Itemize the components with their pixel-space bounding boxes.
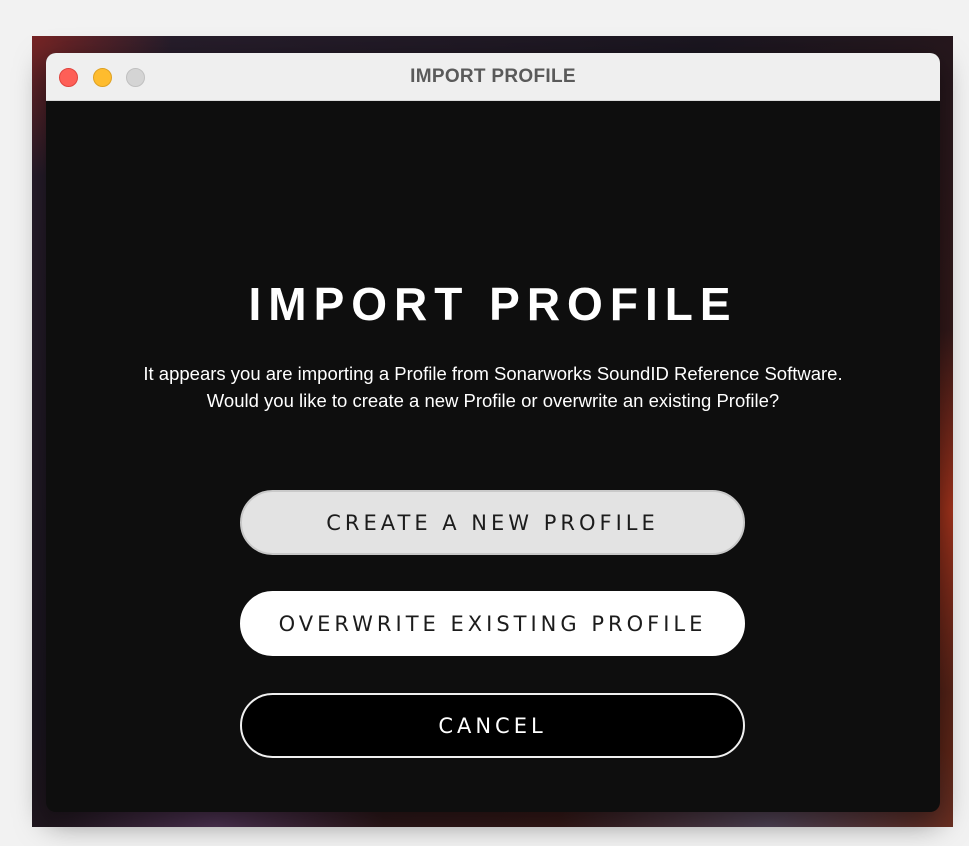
create-new-profile-button[interactable]: CREATE A NEW PROFILE [240, 490, 745, 555]
dialog-heading: IMPORT PROFILE [248, 278, 738, 330]
window-title: IMPORT PROFILE [410, 66, 576, 87]
import-profile-window: IMPORT PROFILE IMPORT PROFILE It appears… [46, 53, 940, 812]
dialog-content: IMPORT PROFILE It appears you are import… [46, 100, 940, 812]
window-titlebar: IMPORT PROFILE [46, 53, 940, 101]
cancel-button[interactable]: CANCEL [240, 693, 745, 758]
overwrite-existing-profile-button[interactable]: OVERWRITE EXISTING PROFILE [240, 591, 745, 656]
dialog-description: It appears you are importing a Profile f… [143, 363, 843, 411]
